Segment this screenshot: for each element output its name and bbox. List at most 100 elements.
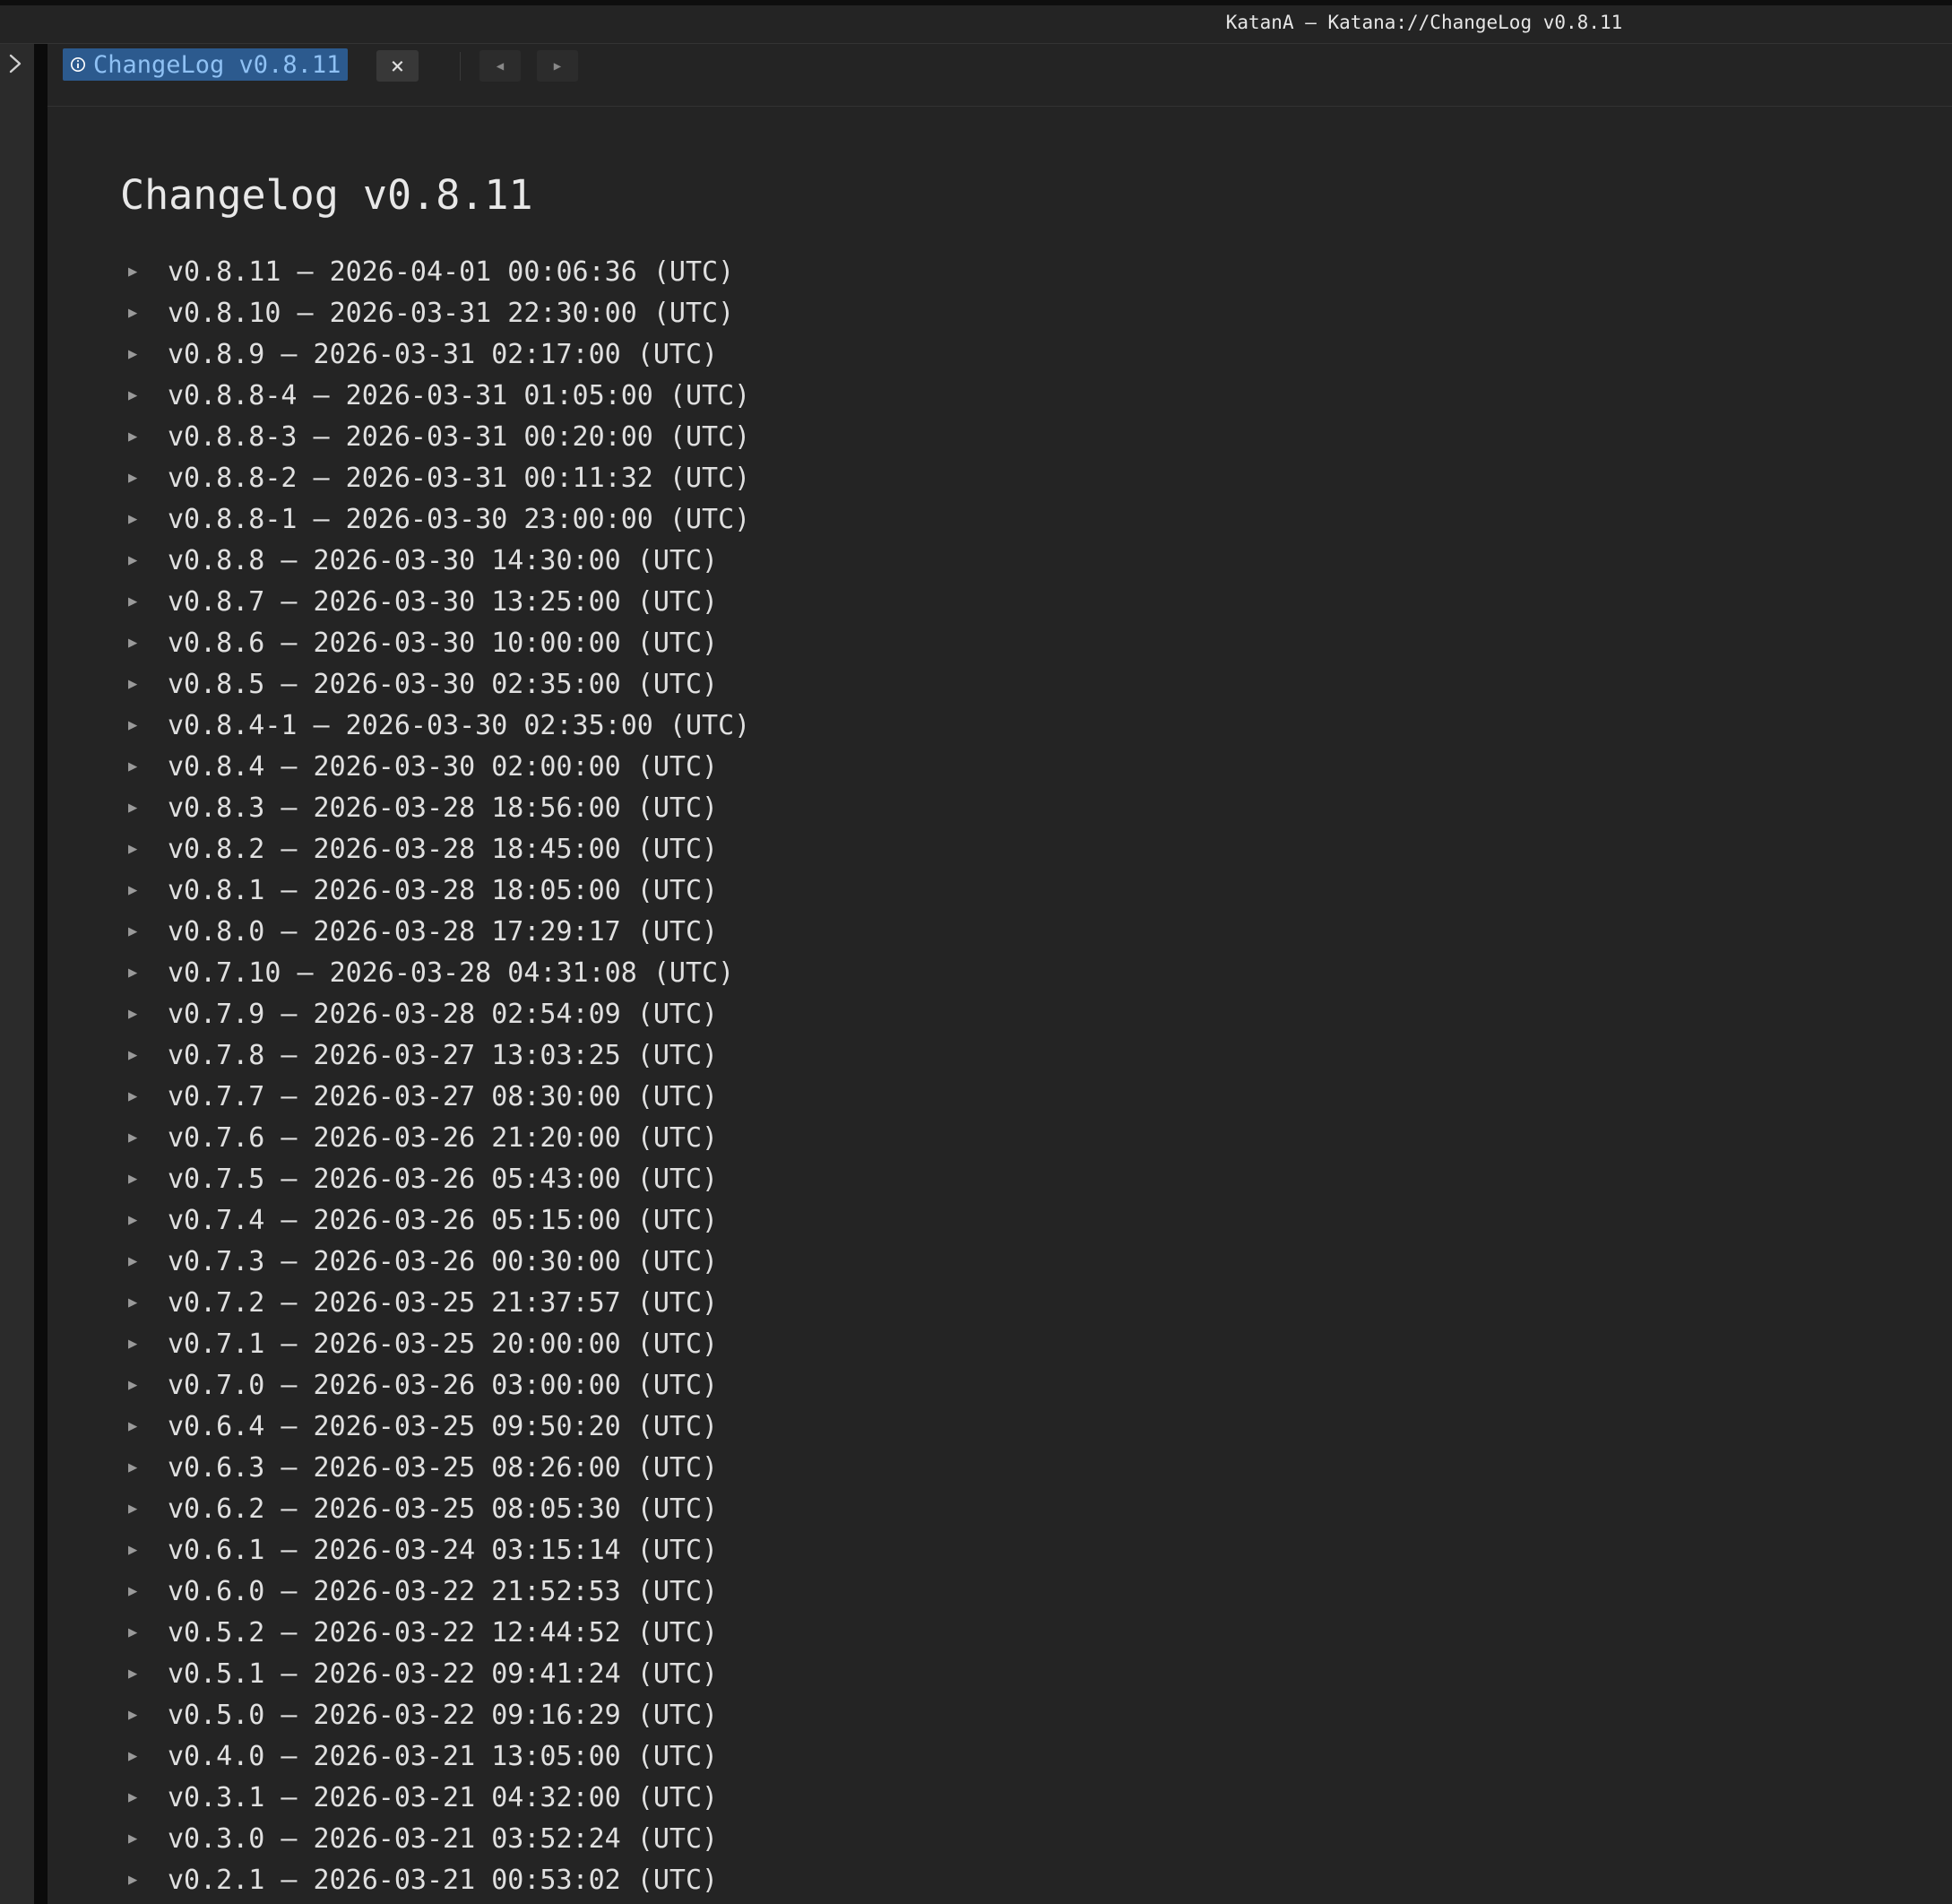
changelog-entry[interactable]: ▶ v0.8.11 — 2026-04-01 00:06:36 (UTC) [128, 251, 750, 292]
changelog-entry[interactable]: ▶ v0.6.4 — 2026-03-25 09:50:20 (UTC) [128, 1406, 750, 1447]
disclosure-triangle-icon[interactable]: ▶ [128, 510, 151, 528]
changelog-entry-label: v0.8.1 — 2026-03-28 18:05:00 (UTC) [168, 874, 719, 906]
disclosure-triangle-icon[interactable]: ▶ [128, 799, 151, 817]
disclosure-triangle-icon[interactable]: ▶ [128, 964, 151, 982]
changelog-entry-label: v0.7.2 — 2026-03-25 21:37:57 (UTC) [168, 1286, 719, 1319]
disclosure-triangle-icon[interactable]: ▶ [128, 1046, 151, 1064]
changelog-entry-label: v0.6.4 — 2026-03-25 09:50:20 (UTC) [168, 1410, 719, 1442]
changelog-entry[interactable]: ▶ v0.8.7 — 2026-03-30 13:25:00 (UTC) [128, 581, 750, 622]
changelog-entry[interactable]: ▶ v0.8.2 — 2026-03-28 18:45:00 (UTC) [128, 828, 750, 870]
disclosure-triangle-icon[interactable]: ▶ [128, 469, 151, 487]
changelog-entry[interactable]: ▶ v0.8.5 — 2026-03-30 02:35:00 (UTC) [128, 663, 750, 705]
disclosure-triangle-icon[interactable]: ▶ [128, 1211, 151, 1229]
changelog-entry[interactable]: ▶ v0.8.8 — 2026-03-30 14:30:00 (UTC) [128, 540, 750, 581]
disclosure-triangle-icon[interactable]: ▶ [128, 1541, 151, 1559]
changelog-entry[interactable]: ▶ v0.7.0 — 2026-03-26 03:00:00 (UTC) [128, 1364, 750, 1406]
disclosure-triangle-icon[interactable]: ▶ [128, 634, 151, 652]
changelog-entry[interactable]: ▶ v0.8.4-1 — 2026-03-30 02:35:00 (UTC) [128, 705, 750, 746]
changelog-entry[interactable]: ▶ v0.7.3 — 2026-03-26 00:30:00 (UTC) [128, 1241, 750, 1282]
disclosure-triangle-icon[interactable]: ▶ [128, 304, 151, 322]
previous-tab-button[interactable]: ◀ [479, 50, 521, 82]
disclosure-triangle-icon[interactable]: ▶ [128, 1252, 151, 1270]
changelog-entry[interactable]: ▶ v0.7.8 — 2026-03-27 13:03:25 (UTC) [128, 1034, 750, 1076]
changelog-entry[interactable]: ▶ v0.6.0 — 2026-03-22 21:52:53 (UTC) [128, 1571, 750, 1612]
changelog-entry[interactable]: ▶ v0.8.1 — 2026-03-28 18:05:00 (UTC) [128, 870, 750, 911]
changelog-entry[interactable]: ▶ v0.6.2 — 2026-03-25 08:05:30 (UTC) [128, 1488, 750, 1529]
chevron-right-icon [9, 54, 22, 74]
disclosure-triangle-icon[interactable]: ▶ [128, 1335, 151, 1353]
changelog-entry[interactable]: ▶ v0.8.3 — 2026-03-28 18:56:00 (UTC) [128, 787, 750, 828]
disclosure-triangle-icon[interactable]: ▶ [128, 1087, 151, 1105]
disclosure-triangle-icon[interactable]: ▶ [128, 593, 151, 610]
changelog-entry-label: v0.7.4 — 2026-03-26 05:15:00 (UTC) [168, 1204, 719, 1236]
disclosure-triangle-icon[interactable]: ▶ [128, 1830, 151, 1848]
changelog-entry[interactable]: ▶ v0.8.4 — 2026-03-30 02:00:00 (UTC) [128, 746, 750, 787]
disclosure-triangle-icon[interactable]: ▶ [128, 551, 151, 569]
changelog-entry[interactable]: ▶ v0.7.9 — 2026-03-28 02:54:09 (UTC) [128, 993, 750, 1034]
changelog-entry[interactable]: ▶ v0.2.1 — 2026-03-21 00:53:02 (UTC) [128, 1859, 750, 1900]
disclosure-triangle-icon[interactable]: ▶ [128, 1747, 151, 1765]
disclosure-triangle-icon[interactable]: ▶ [128, 1376, 151, 1394]
changelog-entry[interactable]: ▶ v0.5.0 — 2026-03-22 09:16:29 (UTC) [128, 1694, 750, 1735]
changelog-entry[interactable]: ▶ v0.7.6 — 2026-03-26 21:20:00 (UTC) [128, 1117, 750, 1158]
changelog-entry[interactable]: ▶ v0.8.9 — 2026-03-31 02:17:00 (UTC) [128, 333, 750, 375]
tab-changelog[interactable]: ChangeLog v0.8.11 [63, 48, 349, 81]
disclosure-triangle-icon[interactable]: ▶ [128, 1005, 151, 1023]
changelog-entry[interactable]: ▶ v0.8.6 — 2026-03-30 10:00:00 (UTC) [128, 622, 750, 663]
disclosure-triangle-icon[interactable]: ▶ [128, 757, 151, 775]
disclosure-triangle-icon[interactable]: ▶ [128, 1582, 151, 1600]
changelog-entry[interactable]: ▶ v0.3.1 — 2026-03-21 04:32:00 (UTC) [128, 1777, 750, 1818]
changelog-entry[interactable]: ▶ v0.4.0 — 2026-03-21 13:05:00 (UTC) [128, 1735, 750, 1777]
disclosure-triangle-icon[interactable]: ▶ [128, 1665, 151, 1683]
disclosure-triangle-icon[interactable]: ▶ [128, 1129, 151, 1147]
changelog-entry[interactable]: ▶ v0.7.4 — 2026-03-26 05:15:00 (UTC) [128, 1199, 750, 1241]
disclosure-triangle-icon[interactable]: ▶ [128, 1417, 151, 1435]
disclosure-triangle-icon[interactable]: ▶ [128, 428, 151, 446]
next-tab-button[interactable]: ▶ [537, 50, 578, 82]
changelog-entry-label: v0.8.8-4 — 2026-03-31 01:05:00 (UTC) [168, 379, 751, 411]
changelog-entry[interactable]: ▶ v0.8.8-2 — 2026-03-31 00:11:32 (UTC) [128, 457, 750, 498]
changelog-entry[interactable]: ▶ v0.3.0 — 2026-03-21 03:52:24 (UTC) [128, 1818, 750, 1859]
disclosure-triangle-icon[interactable]: ▶ [128, 345, 151, 363]
changelog-entry-label: v0.5.1 — 2026-03-22 09:41:24 (UTC) [168, 1657, 719, 1690]
changelog-entry[interactable]: ▶ v0.7.5 — 2026-03-26 05:43:00 (UTC) [128, 1158, 750, 1199]
disclosure-triangle-icon[interactable]: ▶ [128, 1871, 151, 1889]
changelog-entry[interactable]: ▶ v0.7.10 — 2026-03-28 04:31:08 (UTC) [128, 952, 750, 993]
changelog-entry[interactable]: ▶ v0.8.8-3 — 2026-03-31 00:20:00 (UTC) [128, 416, 750, 457]
sidebar-toggle-button[interactable] [2, 50, 29, 77]
changelog-entry[interactable]: ▶ v0.7.1 — 2026-03-25 20:00:00 (UTC) [128, 1323, 750, 1364]
changelog-entry[interactable]: ▶ v0.5.2 — 2026-03-22 12:44:52 (UTC) [128, 1612, 750, 1653]
document-view[interactable]: Changelog v0.8.11 ▶ v0.8.11 — 2026-04-01 … [48, 107, 1952, 1904]
close-tab-button[interactable]: × [376, 50, 419, 82]
changelog-entry-label: v0.7.0 — 2026-03-26 03:00:00 (UTC) [168, 1369, 719, 1401]
disclosure-triangle-icon[interactable]: ▶ [128, 716, 151, 734]
changelog-entry[interactable]: ▶ v0.8.8-1 — 2026-03-30 23:00:00 (UTC) [128, 498, 750, 540]
disclosure-triangle-icon[interactable]: ▶ [128, 840, 151, 858]
disclosure-triangle-icon[interactable]: ▶ [128, 1294, 151, 1311]
changelog-entry-label: v0.5.2 — 2026-03-22 12:44:52 (UTC) [168, 1616, 719, 1649]
disclosure-triangle-icon[interactable]: ▶ [128, 386, 151, 404]
disclosure-triangle-icon[interactable]: ▶ [128, 1623, 151, 1641]
disclosure-triangle-icon[interactable]: ▶ [128, 1458, 151, 1476]
sidebar-divider[interactable] [34, 44, 48, 1904]
changelog-entry[interactable]: ▶ v0.6.3 — 2026-03-25 08:26:00 (UTC) [128, 1447, 750, 1488]
changelog-entry-label: v0.8.8-2 — 2026-03-31 00:11:32 (UTC) [168, 462, 751, 494]
disclosure-triangle-icon[interactable]: ▶ [128, 1788, 151, 1806]
changelog-entry[interactable]: ▶ v0.7.7 — 2026-03-27 08:30:00 (UTC) [128, 1076, 750, 1117]
disclosure-triangle-icon[interactable]: ▶ [128, 675, 151, 693]
changelog-entry[interactable]: ▶ v0.6.1 — 2026-03-24 03:15:14 (UTC) [128, 1529, 750, 1571]
changelog-entry[interactable]: ▶ v0.8.10 — 2026-03-31 22:30:00 (UTC) [128, 292, 750, 333]
changelog-entry[interactable]: ▶ v0.5.1 — 2026-03-22 09:41:24 (UTC) [128, 1653, 750, 1694]
changelog-entry[interactable]: ▶ v0.8.8-4 — 2026-03-31 01:05:00 (UTC) [128, 375, 750, 416]
disclosure-triangle-icon[interactable]: ▶ [128, 263, 151, 281]
disclosure-triangle-icon[interactable]: ▶ [128, 1170, 151, 1188]
disclosure-triangle-icon[interactable]: ▶ [128, 881, 151, 899]
tab-bar: ChangeLog v0.8.11 × ◀ ▶ [48, 44, 1952, 107]
disclosure-triangle-icon[interactable]: ▶ [128, 1706, 151, 1724]
changelog-entry[interactable]: ▶ v0.8.0 — 2026-03-28 17:29:17 (UTC) [128, 911, 750, 952]
disclosure-triangle-icon[interactable]: ▶ [128, 1500, 151, 1518]
changelog-list: ▶ v0.8.11 — 2026-04-01 00:06:36 (UTC) ▶ v0.… [128, 251, 750, 1900]
tab-separator [460, 52, 461, 81]
disclosure-triangle-icon[interactable]: ▶ [128, 922, 151, 940]
changelog-entry[interactable]: ▶ v0.7.2 — 2026-03-25 21:37:57 (UTC) [128, 1282, 750, 1323]
